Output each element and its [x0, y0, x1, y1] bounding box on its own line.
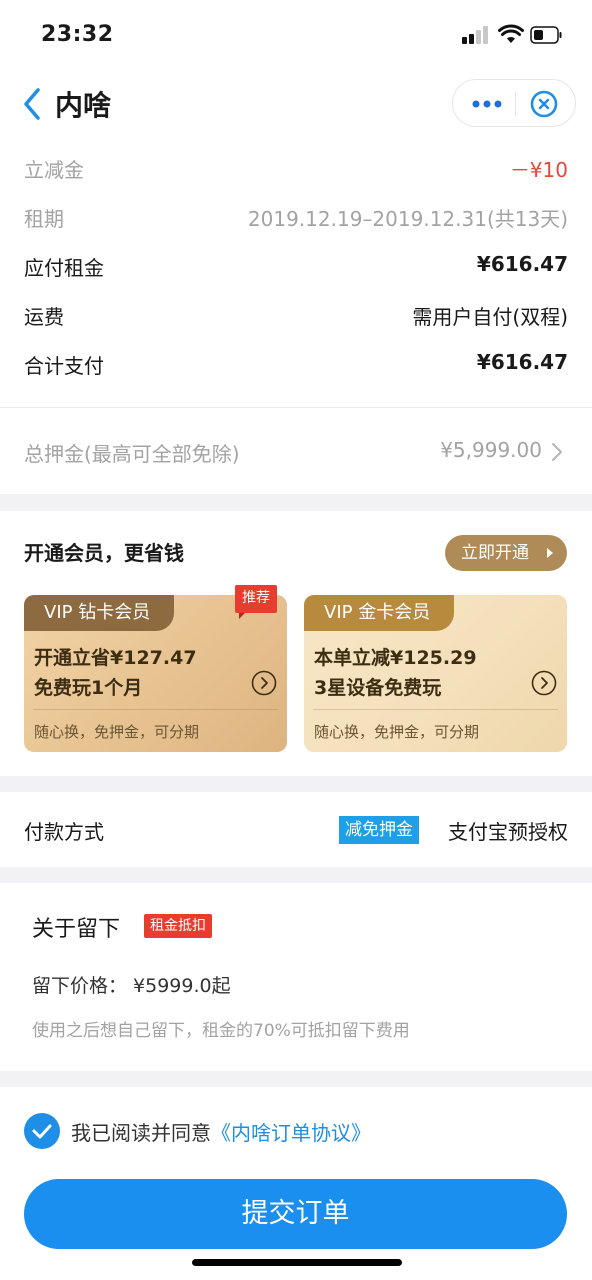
- discount-value: －¥10: [509, 158, 568, 182]
- card-footer: 随心换，免押金，可分期: [314, 723, 480, 741]
- gold-membership-card[interactable]: VIP 金卡会员 本单立减¥125.29 3星设备免费玩 随心换，免押金，可分期: [304, 595, 567, 752]
- more-icon[interactable]: [471, 98, 503, 110]
- checkmark-icon: [32, 1124, 52, 1139]
- deposit-waiver-badge: 减免押金: [339, 816, 419, 844]
- card-tag: VIP 钻卡会员: [24, 595, 175, 631]
- wifi-icon: [498, 24, 524, 43]
- card-tag: VIP 金卡会员: [304, 595, 455, 631]
- shipping-label: 运费: [24, 305, 64, 329]
- diamond-membership-card[interactable]: VIP 钻卡会员 开通立省¥127.47 免费玩1个月 随心换，免押金，可分期: [24, 595, 287, 752]
- divider: [0, 407, 592, 408]
- submit-order-button[interactable]: 提交订单: [24, 1179, 567, 1249]
- rent-due-label: 应付租金: [24, 256, 104, 280]
- order-summary-section: [0, 0, 592, 494]
- agreement-prefix: 我已阅读并同意: [71, 1121, 211, 1145]
- card-line-1: 开通立省¥127.47: [34, 647, 197, 669]
- battery-icon: [530, 26, 562, 44]
- card-line-2: 3星设备免费玩: [314, 677, 442, 699]
- card-divider: [313, 709, 558, 710]
- open-membership-button[interactable]: 立即开通: [445, 535, 567, 571]
- chevron-circle-right-icon[interactable]: [531, 670, 557, 696]
- back-icon[interactable]: [20, 86, 44, 122]
- status-time: 23:32: [41, 22, 114, 47]
- payment-label: 付款方式: [24, 820, 104, 844]
- total-label: 合计支付: [24, 354, 104, 378]
- deposit-label[interactable]: 总押金(最高可全部免除): [24, 438, 240, 467]
- rental-period-label: 租期: [24, 207, 64, 231]
- close-miniapp-icon[interactable]: [529, 89, 559, 119]
- keep-price: 留下价格： ¥5999.0起: [32, 975, 231, 997]
- rent-due-value: ¥616.47: [476, 252, 568, 276]
- capsule-divider: [515, 92, 516, 116]
- keep-description: 使用之后想自己留下，租金的70%可抵扣留下费用: [32, 1021, 410, 1041]
- cellular-signal-icon: [462, 26, 492, 44]
- rent-deduction-tag: 租金抵扣: [144, 914, 212, 938]
- discount-label: 立减金: [24, 158, 84, 182]
- rental-period-value: 2019.12.19–2019.12.31(共13天): [247, 207, 568, 231]
- agreement-link[interactable]: 《内啥订单协议》: [211, 1121, 371, 1145]
- open-membership-label: 立即开通: [461, 543, 529, 563]
- card-line-1: 本单立减¥125.29: [314, 647, 477, 669]
- recommend-badge: 推荐: [235, 585, 277, 619]
- membership-title: 开通会员，更省钱: [24, 541, 184, 565]
- chevron-circle-right-icon[interactable]: [251, 670, 277, 696]
- card-line-2: 免费玩1个月: [34, 677, 143, 699]
- home-indicator: [192, 1259, 402, 1266]
- agree-checkbox[interactable]: [24, 1113, 60, 1149]
- payment-method-value[interactable]: 支付宝预授权: [448, 816, 568, 845]
- page-title: 内啥: [55, 89, 112, 122]
- card-footer: 随心换，免押金，可分期: [34, 723, 200, 741]
- card-divider: [33, 709, 278, 710]
- keep-title: 关于留下: [32, 917, 121, 942]
- shipping-value: 需用户自付(双程): [412, 305, 568, 329]
- deposit-value[interactable]: ¥5,999.00: [440, 438, 542, 462]
- caret-right-icon: [547, 548, 553, 558]
- miniapp-capsule: [452, 79, 576, 127]
- agreement-text: 我已阅读并同意《内啥订单协议》: [71, 1117, 371, 1146]
- total-value: ¥616.47: [476, 350, 568, 374]
- chevron-right-icon[interactable]: [551, 442, 563, 462]
